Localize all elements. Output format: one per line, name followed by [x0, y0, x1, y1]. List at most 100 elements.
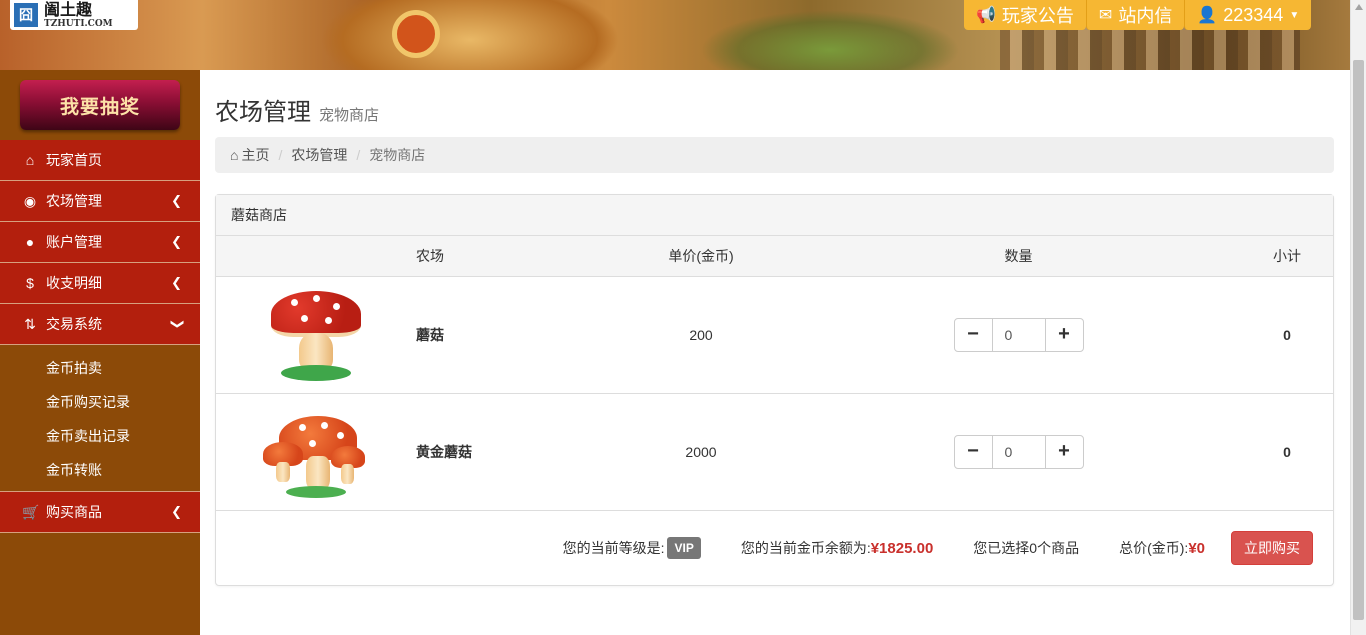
logo-text-en: TZHUTI.COM — [44, 18, 113, 29]
product-price: 200 — [606, 276, 796, 394]
sidebar-subitem-gold-sell-record[interactable]: 金币卖出记录 — [0, 419, 200, 453]
chevron-down-icon: ❮ — [168, 318, 184, 330]
announcement-label: 玩家公告 — [1001, 6, 1074, 26]
increase-button[interactable]: + — [1044, 434, 1084, 469]
sidebar-item-label: 账户管理 — [46, 234, 102, 250]
scrollbar-thumb[interactable] — [1353, 60, 1364, 620]
balance-label: 您的当前金币余额为: — [740, 540, 871, 556]
page-title-text: 农场管理 — [215, 99, 311, 126]
sidebar-subitem-gold-buy-record[interactable]: 金币购买记录 — [0, 385, 200, 419]
buy-now-button[interactable]: 立即购买 — [1231, 531, 1313, 565]
scroll-up-icon[interactable] — [1355, 4, 1363, 10]
balance-group: 您的当前金币余额为: ¥1825.00 — [741, 538, 933, 558]
megaphone-icon: 📢 — [976, 7, 996, 24]
quantity-input[interactable] — [992, 434, 1045, 469]
messages-label: 站内信 — [1118, 6, 1173, 26]
product-image-cell — [216, 393, 416, 511]
mushroom-shop-panel: 蘑菇商店 农场 单价(金币) 数量 小计 蘑菇 200 − 0 + 0 黄金蘑菇… — [215, 194, 1334, 586]
total-value: ¥0 — [1188, 539, 1205, 557]
sidebar-item-label: 交易系统 — [46, 316, 102, 332]
home-icon: ⌂ — [230, 147, 239, 163]
sidebar-menu: ⌂ 玩家首页 ◉ 农场管理 ❮ ● 账户管理 ❮ $ 收支明细 ❮ ⇅ 交易系统… — [0, 140, 200, 533]
piggy-bank-icon: ◉ — [23, 192, 37, 209]
product-subtotal: 0 — [1241, 276, 1333, 394]
mushroom-image — [261, 285, 371, 385]
sidebar-item-buy-goods[interactable]: 🛒 购买商品 ❮ — [0, 492, 200, 533]
column-header-farm: 农场 — [416, 236, 606, 277]
banner-scene-glow — [320, 0, 620, 70]
product-price: 2000 — [606, 393, 796, 511]
site-logo[interactable]: 囧 阖土趣 TZHUTI.COM — [10, 0, 138, 30]
level-badge: VIP — [667, 537, 701, 559]
envelope-icon: ✉ — [1098, 7, 1113, 24]
logo-mark-icon: 囧 — [14, 3, 38, 27]
decrease-button[interactable]: − — [953, 317, 993, 352]
breadcrumb-separator: / — [356, 147, 361, 163]
quantity-cell: − + — [796, 276, 1241, 394]
page-subtitle: 宠物商店 — [319, 107, 380, 124]
decrease-button[interactable]: − — [953, 434, 993, 469]
sidebar-item-account[interactable]: ● 账户管理 ❮ — [0, 222, 200, 263]
table-header-row: 农场 单价(金币) 数量 小计 — [216, 236, 1333, 277]
page-title: 农场管理 宠物商店 — [215, 92, 379, 127]
banner-scene-window — [392, 10, 440, 58]
sidebar-item-trade[interactable]: ⇅ 交易系统 ❮ — [0, 304, 200, 345]
breadcrumb-farm-link[interactable]: 农场管理 — [291, 145, 347, 165]
sidebar-submenu-trade: 金币拍卖 金币购买记录 金币卖出记录 金币转账 — [0, 345, 200, 492]
quantity-stepper: − + — [953, 434, 1084, 469]
total-group: 总价(金币): ¥0 — [1119, 538, 1205, 558]
breadcrumb-current: 宠物商店 — [369, 147, 426, 163]
sidebar-subitem-gold-transfer[interactable]: 金币转账 — [0, 453, 200, 487]
sidebar-item-label: 收支明细 — [46, 275, 102, 291]
table-row: 黄金蘑菇 2000 − + 0 — [216, 393, 1333, 511]
home-icon: ⌂ — [25, 152, 35, 168]
caret-down-icon: ▼ — [1289, 9, 1300, 21]
header-banner: 囧 阖土趣 TZHUTI.COM 📢 玩家公告 ✉ 站内信 👤 223344 ▼ — [0, 0, 1350, 70]
order-summary: 您的当前等级是: VIP 您的当前金币余额为: ¥1825.00 您已选择0个商… — [216, 511, 1333, 585]
quantity-input[interactable] — [992, 317, 1045, 352]
level-label: 您的当前等级是: — [562, 540, 665, 556]
sidebar-item-label: 农场管理 — [46, 193, 102, 209]
retweet-icon: ⇅ — [24, 315, 36, 332]
messages-button[interactable]: ✉ 站内信 — [1085, 0, 1185, 30]
sidebar-item-label: 购买商品 — [46, 504, 102, 520]
product-image-cell — [216, 276, 416, 394]
product-name: 蘑菇 — [416, 276, 606, 394]
dollar-icon: $ — [26, 275, 34, 291]
announcement-button[interactable]: 📢 玩家公告 — [964, 0, 1086, 30]
chevron-left-icon: ❮ — [171, 504, 182, 519]
sidebar-item-home[interactable]: ⌂ 玩家首页 — [0, 140, 200, 181]
cart-icon: 🛒 — [22, 503, 40, 520]
chevron-left-icon: ❮ — [171, 275, 182, 290]
level-group: 您的当前等级是: VIP — [563, 537, 701, 559]
sidebar-subitem-gold-auction[interactable]: 金币拍卖 — [0, 351, 200, 385]
breadcrumb: ⌂ 主页 / 农场管理 / 宠物商店 — [215, 137, 1334, 173]
sidebar-item-finance[interactable]: $ 收支明细 ❮ — [0, 263, 200, 304]
breadcrumb-home-link[interactable]: 主页 — [241, 145, 269, 165]
user-icon: ● — [25, 234, 35, 250]
user-icon: 👤 — [1197, 7, 1218, 24]
user-menu-button[interactable]: 👤 223344 ▼ — [1184, 0, 1312, 30]
table-row: 蘑菇 200 − + 0 — [216, 276, 1333, 394]
column-header-price: 单价(金币) — [606, 236, 796, 277]
product-name: 黄金蘑菇 — [416, 393, 606, 511]
quantity-stepper: − + — [953, 317, 1084, 352]
sidebar-item-label: 玩家首页 — [46, 152, 102, 168]
column-header-image — [216, 236, 416, 277]
top-nav: 📢 玩家公告 ✉ 站内信 👤 223344 ▼ — [964, 0, 1312, 30]
banner-scene-foliage — [700, 10, 960, 70]
golden-mushroom-image — [261, 402, 371, 502]
chevron-left-icon: ❮ — [171, 193, 182, 208]
username-label: 223344 — [1223, 4, 1284, 25]
page-scrollbar[interactable] — [1350, 0, 1366, 635]
sidebar-item-farm[interactable]: ◉ 农场管理 ❮ — [0, 181, 200, 222]
selected-group: 您已选择0个商品 — [973, 538, 1079, 558]
product-subtotal: 0 — [1241, 393, 1333, 511]
lottery-button[interactable]: 我要抽奖 — [20, 80, 180, 130]
balance-value: ¥1825.00 — [870, 539, 934, 557]
sidebar: 我要抽奖 ⌂ 玩家首页 ◉ 农场管理 ❮ ● 账户管理 ❮ $ 收支明细 ❮ ⇅… — [0, 70, 200, 635]
increase-button[interactable]: + — [1044, 317, 1084, 352]
quantity-cell: − + — [796, 393, 1241, 511]
column-header-quantity: 数量 — [796, 236, 1241, 277]
breadcrumb-separator: / — [278, 147, 283, 163]
